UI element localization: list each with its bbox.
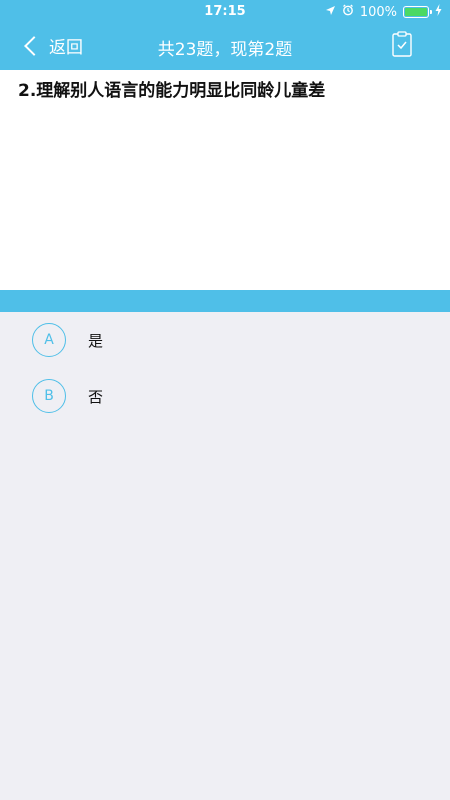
option-a[interactable]: A 是 <box>32 323 103 357</box>
location-icon <box>325 5 336 20</box>
divider-band <box>0 290 450 312</box>
battery-percent: 100% <box>359 4 397 20</box>
option-letter-badge: A <box>32 323 66 357</box>
option-letter-badge: B <box>32 379 66 413</box>
question-text: 2.理解别人语言的能力明显比同龄儿童差 <box>18 81 326 101</box>
page-title: 共23题，现第2题 <box>157 40 293 60</box>
option-b[interactable]: B 否 <box>32 379 103 413</box>
alarm-icon <box>342 4 354 20</box>
option-label: 否 <box>88 387 104 406</box>
question-panel: 2.理解别人语言的能力明显比同龄儿童差 <box>0 70 450 290</box>
option-label: 是 <box>88 331 104 350</box>
battery-tip <box>430 10 432 14</box>
app-header: 17:15 100% 返回 共23题，现第2题 <box>0 0 450 70</box>
status-right-group: 100% <box>325 4 442 20</box>
charging-icon <box>435 4 442 20</box>
battery-level <box>405 8 427 16</box>
clipboard-check-icon[interactable] <box>392 31 412 57</box>
battery-icon <box>403 6 432 18</box>
status-bar: 17:15 100% <box>0 0 450 24</box>
navigation-bar: 返回 共23题，现第2题 <box>0 24 450 70</box>
